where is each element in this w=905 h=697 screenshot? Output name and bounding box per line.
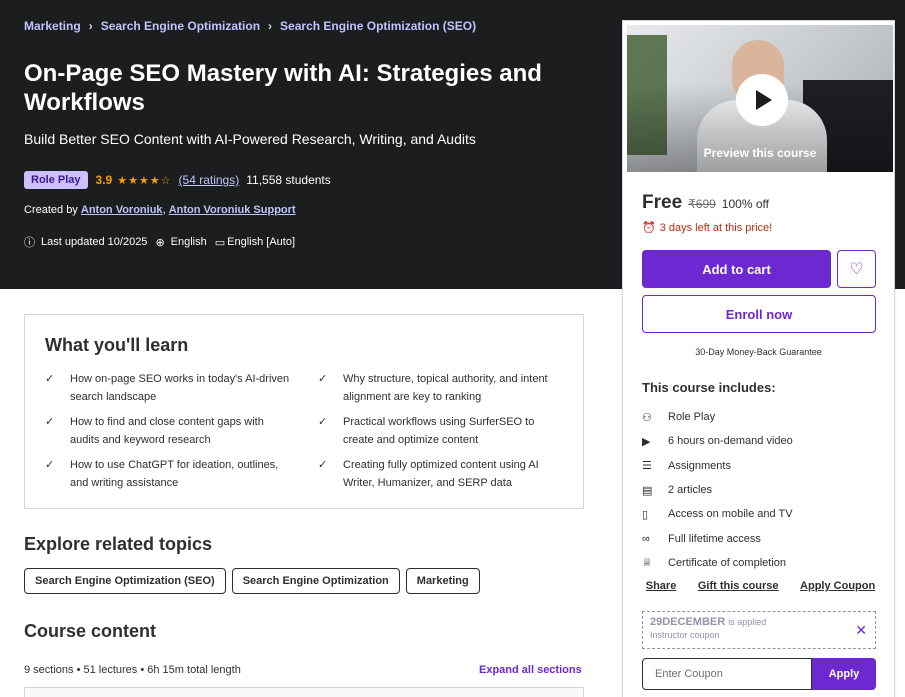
remove-coupon-close-icon[interactable]: ✕ (855, 622, 867, 639)
alarm-clock-icon: ⏰ (642, 222, 656, 234)
star-rating-icon: ★★★★☆ (117, 174, 172, 187)
mobile-icon: ▯ (642, 508, 649, 521)
coupon-applied-text: is applied (728, 617, 767, 627)
assignment-icon: ☰ (642, 460, 652, 473)
rating-row: Role Play 3.9 ★★★★☆ (54 ratings) 11,558 … (24, 171, 331, 189)
purchase-card: Preview this course Free ₹699 100% off ⏰… (622, 20, 895, 697)
created-by: Created by Anton Voroniuk, Anton Voroniu… (24, 204, 296, 216)
current-price: Free (642, 192, 683, 213)
apply-coupon-button[interactable]: Apply (812, 658, 876, 690)
apply-coupon-link[interactable]: Apply Coupon (800, 580, 875, 592)
course-section-header[interactable] (24, 687, 584, 697)
course-details-row: ⓘ Last updated 10/2025 ⊕ English ▭ Engli… (24, 234, 303, 250)
topic-search-engine-optimization[interactable]: Search Engine Optimization (231, 568, 400, 594)
learn-item: ✓ Creating fully optimized content using … (318, 457, 567, 500)
learn-item: ✓ How to find and close content gaps with… (45, 414, 294, 457)
what-you-will-learn: What you'll learn ✓ How on-page SEO works… (24, 314, 584, 509)
coupon-type: Instructor coupon (650, 630, 720, 640)
card-links: Share Gift this course Apply Coupon (623, 580, 894, 592)
check-icon: ✓ (45, 416, 55, 428)
captions-icon: ▭ (214, 236, 226, 249)
gift-course-link[interactable]: Gift this course (698, 580, 779, 592)
add-to-cart-button[interactable]: Add to cart (642, 250, 831, 288)
role-play-badge: Role Play (24, 171, 88, 189)
applied-coupon: 29DECEMBER is applied Instructor coupon … (642, 611, 876, 649)
globe-icon: ⊕ (155, 236, 165, 249)
includes-item: ⚇ Role Play (642, 411, 716, 424)
infinity-icon: ∞ (642, 532, 650, 545)
wishlist-heart-icon[interactable]: ♡ (837, 250, 876, 288)
includes-list: ⚇ Role Play ▶ 6 hours on-demand video ☰ Ass… (642, 405, 793, 575)
course-subtitle: Build Better SEO Content with AI-Powered… (24, 131, 476, 147)
topic-seo[interactable]: Search Engine Optimization (SEO) (24, 568, 226, 594)
price-timer: ⏰ 3 days left at this price! (642, 221, 773, 235)
includes-item: ▤ 2 articles (642, 484, 713, 497)
rating-value: 3.9 (95, 173, 113, 187)
learn-item: ✓ How on-page SEO works in today's AI-dri… (45, 371, 294, 414)
includes-item: ▯ Access on mobile and TV (642, 508, 793, 521)
course-title: On-Page SEO Mastery with AI: Strategies … (24, 60, 542, 116)
instructor-support-link[interactable]: Anton Voroniuk Support (169, 204, 296, 216)
money-back-guarantee: 30-Day Money-Back Guarantee (695, 347, 822, 357)
includes-item: ▶ 6 hours on-demand video (642, 435, 793, 448)
share-link[interactable]: Share (646, 580, 677, 592)
topic-marketing[interactable]: Marketing (405, 568, 480, 594)
breadcrumb-link-marketing[interactable]: Marketing (24, 19, 81, 33)
breadcrumb-link-seo-topic[interactable]: Search Engine Optimization (SEO) (280, 19, 476, 33)
article-icon: ▤ (642, 484, 653, 497)
instructor-link[interactable]: Anton Voroniuk (81, 204, 163, 216)
breadcrumb: Marketing › Search Engine Optimization ›… (24, 19, 476, 33)
enroll-now-button[interactable]: Enroll now (642, 295, 876, 333)
role-play-icon: ⚇ (642, 411, 652, 424)
play-icon[interactable] (736, 74, 788, 126)
learn-title: What you'll learn (45, 335, 189, 355)
price-row: Free ₹699 100% off (642, 192, 769, 214)
includes-item: ♕ Certificate of completion (642, 556, 786, 570)
expand-all-sections-button[interactable]: Expand all sections (479, 664, 582, 676)
timer-text: 3 days left at this price! (659, 221, 773, 234)
course-preview[interactable]: Preview this course (627, 25, 893, 172)
check-icon: ✓ (45, 373, 55, 385)
discount-percent: 100% off (721, 197, 769, 211)
video-icon: ▶ (642, 435, 651, 448)
last-updated: Last updated 10/2025 (41, 236, 148, 248)
learn-list: ✓ How on-page SEO works in today's AI-dri… (45, 371, 567, 500)
check-icon: ✓ (318, 459, 328, 471)
breadcrumb-link-seo-category[interactable]: Search Engine Optimization (101, 19, 260, 33)
ratings-count-link[interactable]: (54 ratings) (179, 173, 240, 187)
related-topics-title: Explore related topics (24, 534, 213, 554)
check-icon: ✓ (318, 373, 328, 385)
chevron-right-icon: › (88, 19, 93, 33)
course-captions: English [Auto] (227, 236, 296, 248)
learn-item: ✓ Practical workflows using SurferSEO to … (318, 414, 567, 457)
chevron-right-icon: › (268, 19, 273, 33)
learn-item: ✓ How to use ChatGPT for ideation, outlin… (45, 457, 294, 500)
related-topics: Search Engine Optimization (SEO) Search … (24, 568, 486, 594)
course-content-meta: 9 sections • 51 lectures • 6h 15m total … (24, 664, 241, 676)
check-icon: ✓ (45, 459, 55, 471)
coupon-input[interactable] (642, 658, 812, 690)
instructor-separator: , (162, 204, 166, 216)
learn-item: ✓ Why structure, topical authority, and i… (318, 371, 567, 414)
original-price: ₹699 (688, 197, 716, 211)
preview-label[interactable]: Preview this course (627, 146, 893, 160)
check-icon: ✓ (318, 416, 328, 428)
alert-icon: ⓘ (24, 237, 35, 249)
includes-title: This course includes: (642, 380, 776, 395)
includes-item: ☰ Assignments (642, 459, 731, 473)
includes-item: ∞ Full lifetime access (642, 532, 761, 545)
created-by-label: Created by (24, 204, 78, 216)
course-language: English (170, 236, 207, 248)
course-content-title: Course content (24, 621, 157, 641)
trophy-icon: ♕ (642, 557, 652, 570)
coupon-code: 29DECEMBER (650, 616, 726, 628)
students-count: 11,558 students (246, 173, 331, 187)
